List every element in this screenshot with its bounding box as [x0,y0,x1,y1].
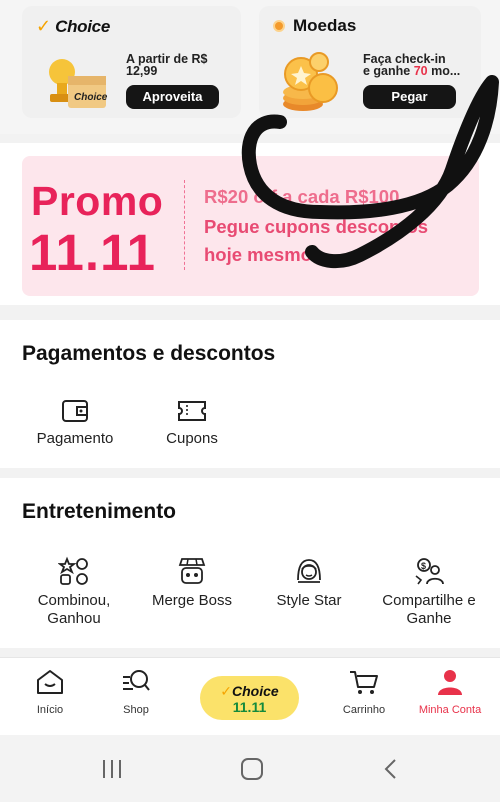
choice-card-subtitle: A partir de R$ 12,99 [126,53,208,78]
coupons-label: Cupons [166,430,218,447]
nav-shop-label: Shop [123,704,149,716]
coin-icon [273,20,285,32]
coins-stack-icon [283,52,338,111]
compartilhe-ganhe-item[interactable]: $ Compartilhe e Ganhe [372,556,486,628]
ticket-icon [178,401,206,421]
coins-earn-line: e ganhe 70 mo... [363,64,461,78]
payments-title: Pagamentos e descontos [22,342,276,365]
style-star-item[interactable]: Style Star [266,556,352,610]
payment-label: Pagamento [36,430,114,447]
promo-coupon-line: Pegue cupons descontos [204,216,429,237]
checkmark-icon: ✓ [36,16,52,36]
promo-word: Promo [31,178,164,224]
coins-earn-prefix: e ganhe [363,64,414,78]
trophy-box-icon: Choice [49,59,108,108]
entertainment-section: Entretenimento Combinou, Ganhou Merge Bo… [0,478,500,648]
choice-price-value: 12,99 [126,64,158,78]
choice-pill-brand: ✓Choice [200,683,299,700]
choice-pill-event: 11.11 [232,699,267,715]
coins-earn-amount: 70 [413,64,428,78]
coins-title-text: Moedas [293,16,357,35]
coins-card[interactable]: Moedas Faça check-in e ganhe 70 mo... Pe… [259,6,481,118]
home-button-icon[interactable] [239,757,265,781]
compartilhe-label-line1: Compartilhe e [382,592,476,609]
combinou-label-line1: Combinou, [37,592,111,609]
promo-section: Promo 11.11 R$20 off a cada R$100 Pegue … [0,143,500,305]
home-icon [37,670,63,694]
user-icon [438,670,462,695]
system-navigation-bar [0,735,500,802]
choice-card-title: ✓ Choice [36,16,110,37]
combinou-label-line2: Ganhou [47,610,101,627]
promo-divider [184,180,185,270]
shop-robot-icon [178,558,206,584]
nav-account[interactable]: Minha Conta [414,668,486,716]
svg-text:$: $ [421,561,426,571]
promo-offer-line: R$20 off a cada R$100 [204,186,400,207]
girl-face-icon [297,559,321,583]
nav-cart[interactable]: Carrinho [336,668,392,716]
recent-apps-icon[interactable] [100,757,124,781]
nav-home-label: Início [36,704,64,716]
coins-card-subtitle: Faça check-in e ganhe 70 mo... [363,53,461,78]
combinou-ganhou-item[interactable]: Combinou, Ganhou [22,556,126,628]
share-money-icon: $ [415,558,444,585]
nav-shop[interactable]: Shop [110,668,162,716]
merge-boss-item[interactable]: Merge Boss [143,556,241,610]
choice-card[interactable]: ✓ Choice Choice A partir de R$ 12,99 Apr… [22,6,241,118]
coins-card-title: Moedas [273,16,356,36]
promo-banner[interactable]: Promo 11.11 R$20 off a cada R$100 Pegue … [22,156,479,296]
top-cards-area: ✓ Choice Choice A partir de R$ 12,99 Apr… [0,0,500,134]
coins-earn-suffix: mo... [427,64,461,78]
aproveita-button[interactable]: Aproveita [126,85,219,109]
svg-text:Choice: Choice [74,92,108,103]
choice-pill-brand-text: Choice [232,683,279,699]
style-star-label: Style Star [276,592,342,609]
promo-number: 11.11 [29,224,156,281]
match-game-icon [58,556,88,585]
cart-icon [350,671,378,694]
coupons-item[interactable]: Cupons [155,398,229,448]
nav-account-label: Minha Conta [418,704,482,716]
nav-home[interactable]: Início [24,668,76,716]
back-icon[interactable] [381,757,401,781]
choice-1111-button[interactable]: ✓Choice 11.11 [200,676,299,720]
payment-item[interactable]: Pagamento [32,398,118,448]
nav-cart-label: Carrinho [342,704,386,716]
compartilhe-label-line2: Ganhe [406,610,452,627]
merge-boss-label: Merge Boss [151,592,233,609]
search-icon [123,670,150,691]
payments-section: Pagamentos e descontos Pagamento Cupons [0,320,500,468]
promo-today-line: hoje mesmo → [204,244,336,265]
bottom-navigation: Início Shop ✓Choice 11.11 Carrinho Minha… [0,657,500,736]
choice-title-text: Choice [55,16,110,36]
pegar-button[interactable]: Pegar [363,85,456,109]
choice-checkmark-icon: ✓ [220,683,233,699]
wallet-icon [62,400,88,422]
entertainment-title: Entretenimento [22,500,177,523]
